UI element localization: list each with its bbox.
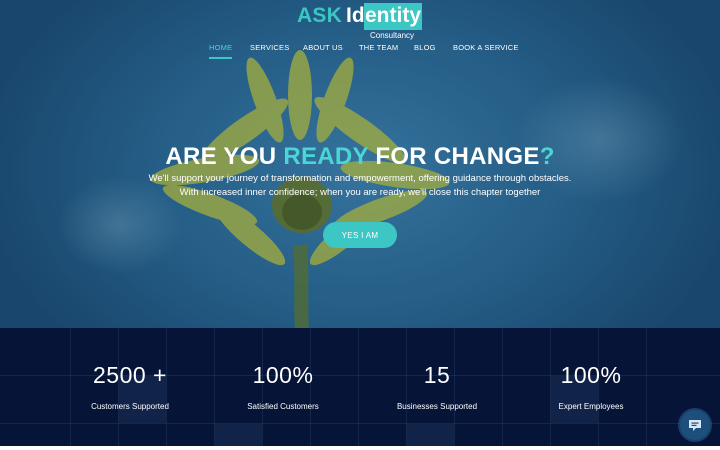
- hero-headline: ARE YOU READY FOR CHANGE?: [0, 143, 720, 171]
- nav-item-services[interactable]: SERVICES: [250, 43, 289, 52]
- nav-item-the-team[interactable]: THE TEAM: [359, 43, 398, 52]
- stat-businesses-supported: 15 Businesses Supported: [367, 362, 507, 411]
- main-nav: HOME SERVICES ABOUT US THE TEAM BLOG BOO…: [0, 43, 720, 63]
- hero-subtitle-line2: With increased inner confidence; when yo…: [179, 187, 541, 198]
- stat-label: Expert Employees: [558, 402, 624, 411]
- stat-value: 15: [423, 362, 451, 388]
- headline-question-mark: ?: [539, 143, 555, 170]
- stats-section: 2500 + Customers Supported 100% Satisfie…: [0, 328, 720, 446]
- grid-line: [0, 423, 720, 424]
- nav-item-label: THE TEAM: [359, 43, 399, 52]
- stat-customers-supported: 2500 + Customers Supported: [60, 362, 200, 411]
- stat-label: Businesses Supported: [396, 402, 478, 411]
- grid-tile: [407, 424, 454, 446]
- stat-value: 100%: [252, 362, 314, 388]
- chat-button[interactable]: [680, 410, 710, 440]
- nav-item-home[interactable]: HOME: [209, 43, 233, 59]
- nav-item-about-us[interactable]: ABOUT US: [303, 43, 343, 52]
- headline-start: ARE YOU: [165, 143, 284, 170]
- stat-satisfied-customers: 100% Satisfied Customers: [213, 362, 353, 411]
- nav-active-indicator: [209, 57, 233, 59]
- nav-item-label: ABOUT US: [303, 43, 343, 52]
- headline-accent: READY: [283, 143, 369, 170]
- logo-text-id: Id: [346, 4, 365, 27]
- stat-value: 100%: [560, 362, 622, 388]
- nav-item-label: SERVICES: [250, 43, 290, 52]
- headline-end: FOR CHANGE: [368, 143, 540, 170]
- grid-tile: [215, 424, 262, 446]
- nav-item-label: BLOG: [414, 43, 436, 52]
- page-bottom-strip: [0, 446, 720, 450]
- stat-label: Satisfied Customers: [247, 402, 319, 411]
- logo-text-entity: entity: [365, 4, 422, 27]
- logo-text-ask: ASK: [297, 4, 342, 27]
- nav-item-label: BOOK A SERVICE: [453, 43, 519, 52]
- logo-subtitle: Consultancy: [370, 31, 415, 40]
- nav-item-label: HOME: [209, 43, 233, 52]
- stat-label: Customers Supported: [91, 402, 169, 411]
- nav-item-book-a-service[interactable]: BOOK A SERVICE: [453, 43, 519, 52]
- stat-value: 2500 +: [93, 362, 167, 388]
- nav-item-blog[interactable]: BLOG: [414, 43, 436, 52]
- yes-i-am-button[interactable]: YES I AM: [323, 222, 397, 248]
- stat-expert-employees: 100% Expert Employees: [521, 362, 661, 411]
- grid-line: [358, 328, 359, 446]
- chat-icon: [689, 419, 701, 431]
- hero-subtitle-line1: We'll support your journey of transforma…: [148, 173, 572, 184]
